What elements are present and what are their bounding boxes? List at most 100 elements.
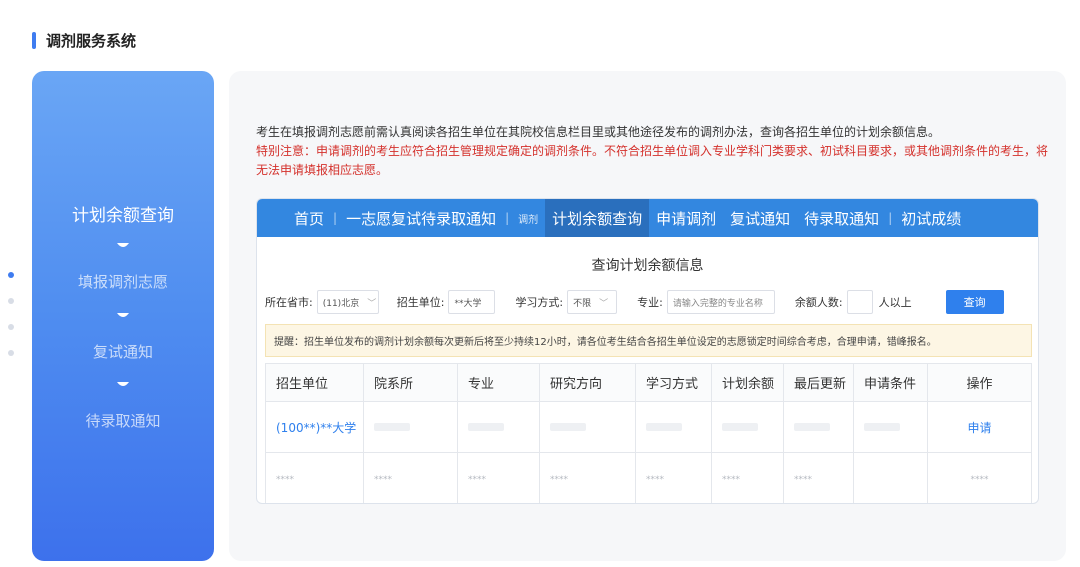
- table-cell: [783, 401, 854, 453]
- chevron-down-icon: ﹀: [367, 298, 377, 309]
- action-cell: 申请: [927, 401, 1032, 453]
- table-cell: [457, 401, 540, 453]
- unit-input[interactable]: **大学: [448, 290, 496, 314]
- table-cell: ****: [457, 452, 540, 503]
- masked-value: ****: [794, 474, 812, 485]
- col-department: 院系所: [363, 363, 458, 402]
- col-action: 操作: [927, 363, 1032, 402]
- nav-separator: |: [333, 211, 338, 225]
- chevron-down-icon: ﹀: [599, 298, 609, 309]
- placeholder-bar: [646, 422, 682, 431]
- masked-value: ****: [722, 474, 740, 485]
- nav-pending-admission[interactable]: 待录取通知: [797, 199, 886, 237]
- placeholder-bar: [722, 422, 758, 431]
- major-label: 专业:: [637, 296, 663, 309]
- top-nav: 首页 | 一志愿复试待录取通知 | 调剂 计划余额查询 申请调剂 复试通知 待录…: [257, 199, 1038, 237]
- apply-link[interactable]: 申请: [967, 421, 991, 435]
- col-updated: 最后更新: [783, 363, 854, 402]
- nav-home[interactable]: 首页: [287, 199, 331, 237]
- nav-initial-scores[interactable]: 初试成绩: [894, 199, 968, 237]
- remain-input[interactable]: [846, 290, 873, 314]
- remain-label: 余额人数:: [794, 296, 843, 309]
- unit-link[interactable]: (100**)**大学: [276, 421, 356, 435]
- nav-plan-balance[interactable]: 计划余额查询: [545, 199, 650, 237]
- table-row: **** **** **** **** **** **** **** ****: [265, 452, 1032, 503]
- province-value: (11)北京: [322, 298, 360, 309]
- query-title: 查询计划余额信息: [591, 258, 704, 274]
- screenshot-card: 首页 | 一志愿复试待录取通知 | 调剂 计划余额查询 申请调剂 复试通知 待录…: [256, 198, 1039, 504]
- table-row: (100**)**大学 申请: [265, 401, 1032, 453]
- intro-line: 考生在填报调剂志愿前需认真阅读各招生单位在其院校信息栏目里或其他途径发布的调剂办…: [256, 125, 941, 139]
- mode-value: 不限: [573, 298, 592, 309]
- mode-label: 学习方式:: [515, 296, 564, 309]
- table-cell: ****: [635, 452, 712, 503]
- nav-separator: |: [505, 211, 510, 225]
- main-content: 考生在填报调剂志愿前需认真阅读各招生单位在其院校信息栏目里或其他途径发布的调剂办…: [229, 71, 1066, 561]
- step-fill-adjustment[interactable]: 填报调剂志愿: [32, 271, 214, 292]
- table-cell: ****: [539, 452, 636, 503]
- major-input[interactable]: 请输入完整的专业名称: [666, 290, 775, 314]
- query-button[interactable]: 查询: [945, 290, 1004, 314]
- table-cell: [853, 401, 928, 453]
- col-conditions: 申请条件: [853, 363, 928, 402]
- table-cell: [853, 452, 928, 503]
- col-mode: 学习方式: [635, 363, 712, 402]
- carousel-dot-1[interactable]: [8, 272, 14, 278]
- masked-value: ****: [646, 474, 664, 485]
- table-cell: ****: [711, 452, 784, 503]
- col-direction: 研究方向: [539, 363, 636, 402]
- col-unit: 招生单位: [265, 363, 364, 402]
- nav-adjustment[interactable]: 调剂: [511, 199, 545, 237]
- mode-select[interactable]: 不限 ﹀: [567, 290, 618, 314]
- masked-value: ****: [276, 474, 294, 485]
- step-sidebar: 计划余额查询 填报调剂志愿 复试通知 待录取通知: [32, 71, 214, 561]
- chevron-down-icon: [116, 241, 130, 251]
- col-major: 专业: [457, 363, 540, 402]
- placeholder-bar: [794, 422, 830, 431]
- table-cell: ****: [363, 452, 458, 503]
- masked-value: ****: [468, 474, 486, 485]
- masked-value: ****: [374, 474, 392, 485]
- intro-text: 考生在填报调剂志愿前需认真阅读各招生单位在其院校信息栏目里或其他途径发布的调剂办…: [256, 123, 1056, 180]
- masked-value: ****: [970, 474, 989, 485]
- nav-apply-adjustment[interactable]: 申请调剂: [649, 199, 723, 237]
- notice-banner: 提醒：招生单位发布的调剂计划余额每次更新后将至少持续12小时，请各位考生结合各招…: [265, 324, 1032, 357]
- title-accent-bar: [32, 31, 36, 49]
- unit-cell: (100**)**大学: [265, 401, 364, 453]
- col-balance: 计划余额: [711, 363, 784, 402]
- placeholder-bar: [864, 422, 900, 431]
- masked-value: ****: [550, 474, 568, 485]
- table-cell: [635, 401, 712, 453]
- filter-bar: 所在省市: (11)北京 ﹀ 招生单位: **大学 学习方式: 不限 ﹀ 专业:…: [265, 289, 1035, 315]
- page-header: 调剂服务系统: [32, 30, 136, 50]
- table-cell: [711, 401, 784, 453]
- step-retest-notice[interactable]: 复试通知: [32, 341, 214, 362]
- table-cell: ****: [783, 452, 854, 503]
- nav-separator: |: [888, 211, 893, 225]
- balance-table: 招生单位 院系所 专业 研究方向 学习方式 计划余额 最后更新 申请条件 操作 …: [265, 363, 1032, 503]
- unit-label: 招生单位:: [396, 296, 445, 309]
- carousel-dot-2[interactable]: [8, 298, 14, 304]
- table-header-row: 招生单位 院系所 专业 研究方向 学习方式 计划余额 最后更新 申请条件 操作: [265, 363, 1032, 402]
- placeholder-bar: [374, 422, 410, 431]
- table-cell: ****: [927, 452, 1032, 503]
- chevron-down-icon: [116, 380, 130, 390]
- carousel-dot-3[interactable]: [8, 324, 14, 330]
- chevron-down-icon: [116, 311, 130, 321]
- table-cell: ****: [265, 452, 364, 503]
- remain-suffix: 人以上: [878, 296, 912, 309]
- table-cell: [363, 401, 458, 453]
- carousel-dot-4[interactable]: [8, 350, 14, 356]
- table-cell: [539, 401, 636, 453]
- carousel-dots: [8, 272, 14, 376]
- step-pending-admission[interactable]: 待录取通知: [32, 410, 214, 431]
- province-select[interactable]: (11)北京 ﹀: [316, 290, 379, 314]
- intro-warning: 特别注意：申请调剂的考生应符合招生管理规定确定的调剂条件。不符合招生单位调入专业…: [256, 144, 1049, 177]
- nav-first-choice-notice[interactable]: 一志愿复试待录取通知: [339, 199, 503, 237]
- province-label: 所在省市:: [265, 296, 313, 309]
- step-plan-balance-query[interactable]: 计划余额查询: [32, 201, 214, 226]
- page-title: 调剂服务系统: [46, 31, 137, 50]
- nav-retest-notice[interactable]: 复试通知: [723, 199, 797, 237]
- placeholder-bar: [468, 422, 504, 431]
- placeholder-bar: [550, 422, 586, 431]
